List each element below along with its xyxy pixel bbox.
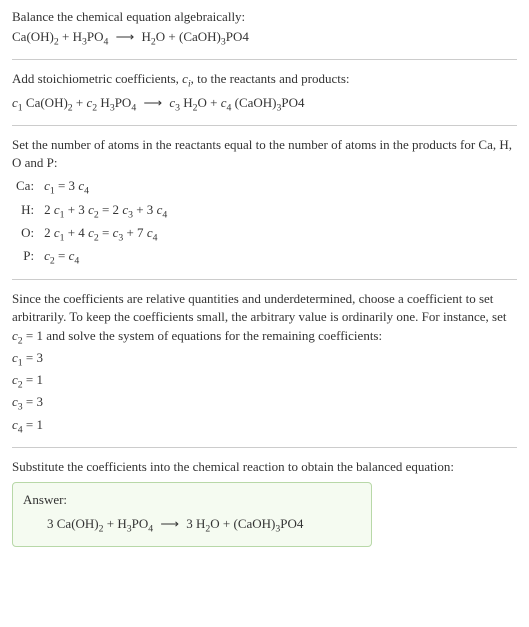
product-h: H bbox=[142, 29, 151, 44]
h-equation: 2 c1 + 3 c2 = 2 c3 + 3 c4 bbox=[40, 200, 173, 223]
element-label-ca: Ca: bbox=[12, 176, 40, 199]
element-label-o: O: bbox=[12, 223, 40, 246]
step1-text: Balance the chemical equation algebraica… bbox=[12, 8, 517, 26]
balanced-equation: 3 Ca(OH)2 + H3PO4 ⟶ 3 H2O + (CaOH)3PO4 bbox=[23, 515, 361, 536]
plus-h: + H bbox=[59, 29, 82, 44]
arrow-icon-3: ⟶ bbox=[156, 516, 183, 531]
product-rest: O + (CaOH) bbox=[156, 29, 221, 44]
reactant-1: Ca(OH) bbox=[12, 29, 54, 44]
step-solve: Since the coefficients are relative quan… bbox=[12, 290, 517, 437]
divider bbox=[12, 279, 517, 280]
coeff-c1: c1 = 3 bbox=[12, 349, 517, 370]
element-label-h: H: bbox=[12, 200, 40, 223]
sp2b-sub: 4 bbox=[131, 102, 136, 113]
sp2b: PO bbox=[115, 95, 132, 110]
table-row: Ca: c1 = 3 c4 bbox=[12, 176, 173, 199]
sp4b: PO4 bbox=[281, 95, 304, 110]
step-balance-intro: Balance the chemical equation algebraica… bbox=[12, 8, 517, 49]
ans-5: O + (CaOH) bbox=[210, 516, 275, 531]
sp4a: (CaOH) bbox=[231, 95, 276, 110]
po4-tail: PO4 bbox=[226, 29, 249, 44]
arrow-icon: ⟶ bbox=[112, 29, 139, 44]
ans-6: PO4 bbox=[280, 516, 303, 531]
step2-intro-a: Add stoichiometric coefficients, bbox=[12, 71, 182, 86]
element-label-p: P: bbox=[12, 246, 40, 269]
divider bbox=[12, 125, 517, 126]
step1-equation: Ca(OH)2 + H3PO4 ⟶ H2O + (CaOH)3PO4 bbox=[12, 28, 517, 49]
step-atom-balance: Set the number of atoms in the reactants… bbox=[12, 136, 517, 269]
sp1: Ca(OH) bbox=[23, 95, 68, 110]
ans-4: 3 H bbox=[186, 516, 205, 531]
step-add-coefficients: Add stoichiometric coefficients, ci, to … bbox=[12, 70, 517, 114]
ans-1: 3 Ca(OH) bbox=[47, 516, 99, 531]
arrow-icon-2: ⟶ bbox=[139, 95, 166, 110]
sp2a: H bbox=[97, 95, 110, 110]
step4-text: Since the coefficients are relative quan… bbox=[12, 290, 517, 348]
atom-equations-table: Ca: c1 = 3 c4 H: 2 c1 + 3 c2 = 2 c3 + 3 … bbox=[12, 176, 173, 269]
table-row: H: 2 c1 + 3 c2 = 2 c3 + 3 c4 bbox=[12, 200, 173, 223]
step4-intro-a: Since the coefficients are relative quan… bbox=[12, 291, 507, 324]
p-equation: c2 = c4 bbox=[40, 246, 173, 269]
answer-box: Answer: 3 Ca(OH)2 + H3PO4 ⟶ 3 H2O + (CaO… bbox=[12, 482, 372, 547]
coeff-c4: c4 = 1 bbox=[12, 416, 517, 437]
step4-intro-b: = 1 and solve the system of equations fo… bbox=[23, 328, 382, 343]
ans-2: + H bbox=[104, 516, 127, 531]
table-row: P: c2 = c4 bbox=[12, 246, 173, 269]
coeff-c2: c2 = 1 bbox=[12, 371, 517, 392]
step3-text: Set the number of atoms in the reactants… bbox=[12, 136, 517, 172]
ans-3: PO bbox=[132, 516, 149, 531]
po: PO bbox=[87, 29, 104, 44]
divider bbox=[12, 447, 517, 448]
coeff-c3: c3 = 3 bbox=[12, 393, 517, 414]
ans-3-sub: 4 bbox=[148, 524, 153, 535]
step-substitute: Substitute the coefficients into the che… bbox=[12, 458, 517, 548]
step5-text: Substitute the coefficients into the che… bbox=[12, 458, 517, 476]
o-equation: 2 c1 + 4 c2 = c3 + 7 c4 bbox=[40, 223, 173, 246]
ca-equation: c1 = 3 c4 bbox=[40, 176, 173, 199]
plus2: + bbox=[73, 95, 87, 110]
step2-equation: c1 Ca(OH)2 + c2 H3PO4 ⟶ c3 H2O + c4 (CaO… bbox=[12, 94, 517, 115]
step2-text: Add stoichiometric coefficients, ci, to … bbox=[12, 70, 517, 91]
po4-sub: 4 bbox=[104, 37, 109, 48]
table-row: O: 2 c1 + 4 c2 = c3 + 7 c4 bbox=[12, 223, 173, 246]
step2-intro-b: , to the reactants and products: bbox=[191, 71, 350, 86]
sp3a: H bbox=[180, 95, 193, 110]
sp3b: O + bbox=[198, 95, 221, 110]
divider bbox=[12, 59, 517, 60]
answer-label: Answer: bbox=[23, 491, 361, 509]
